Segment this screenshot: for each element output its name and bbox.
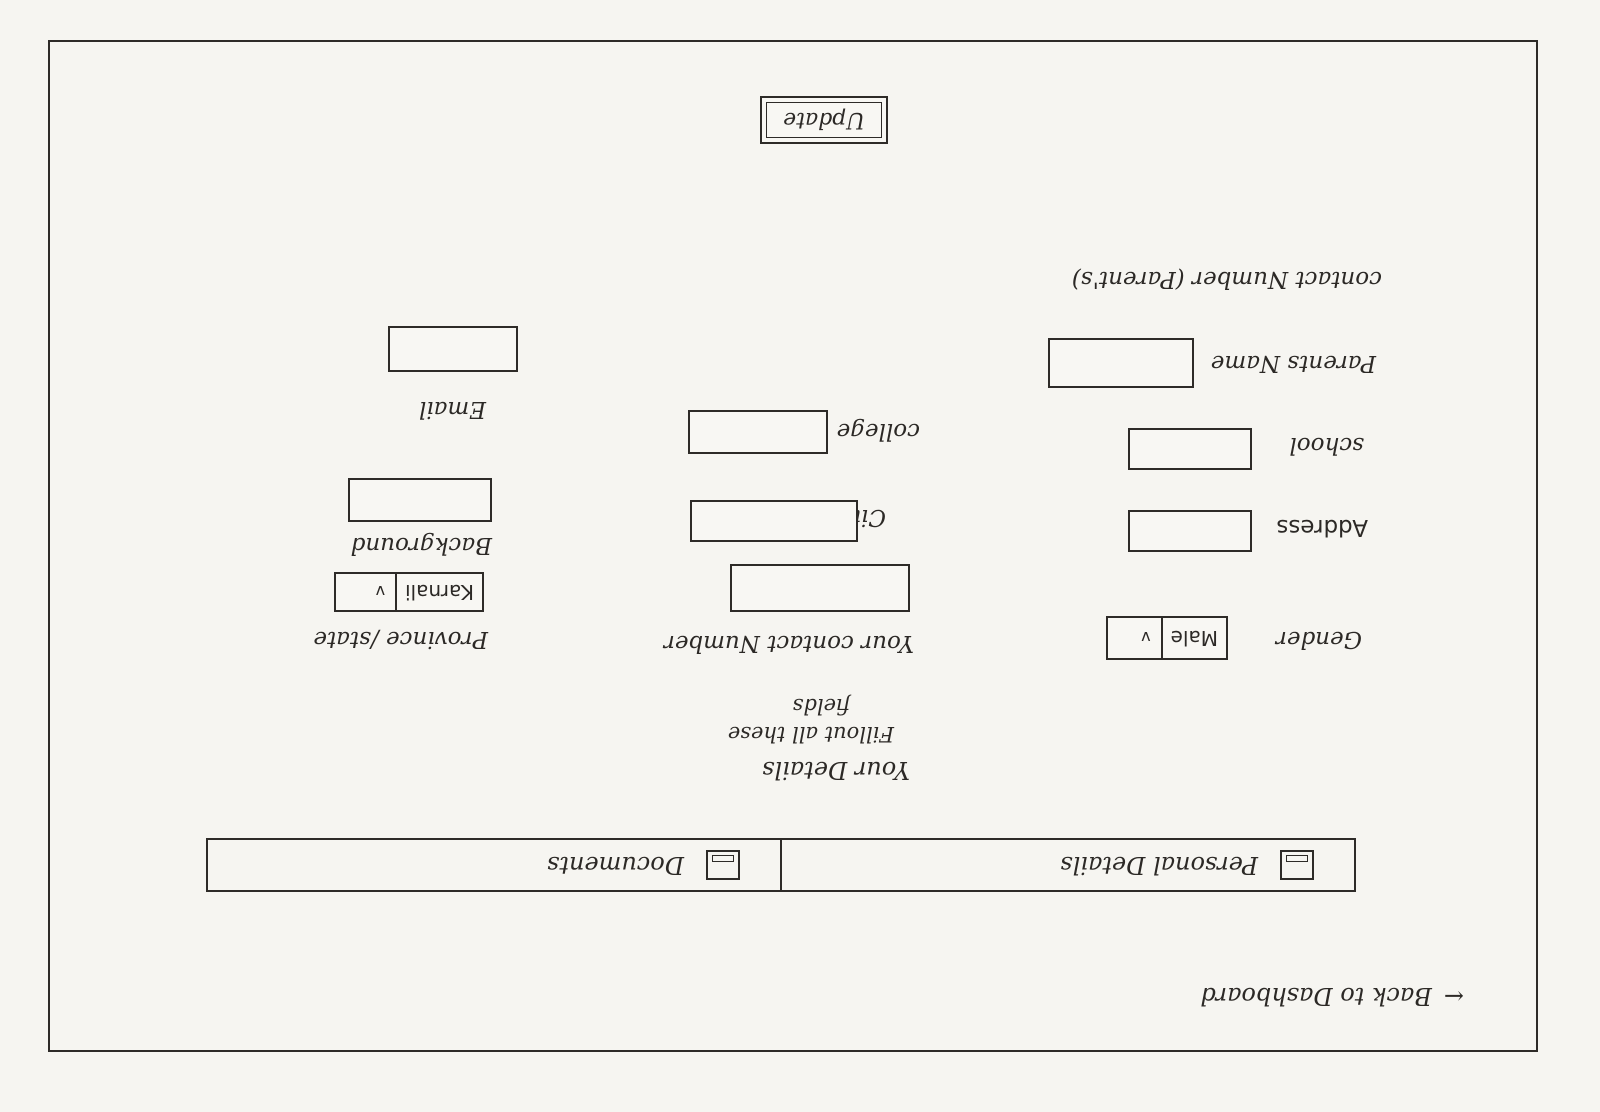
back-to-dashboard-link[interactable]: ← Back to Dashboard bbox=[1200, 982, 1464, 1010]
section-title: Your Details bbox=[762, 756, 910, 784]
update-button[interactable]: Update bbox=[760, 96, 888, 144]
school-input[interactable] bbox=[1128, 428, 1252, 470]
background-label: Background bbox=[350, 532, 492, 558]
address-input[interactable] bbox=[1128, 510, 1252, 552]
gender-select[interactable]: Male v bbox=[1106, 616, 1228, 660]
email-input[interactable] bbox=[388, 326, 518, 372]
document-icon bbox=[706, 850, 740, 880]
email-label: Email bbox=[418, 396, 486, 422]
contact-number-label: Your contact Number bbox=[663, 630, 914, 656]
paper-photo: ← Back to Dashboard Personal Details Doc… bbox=[0, 0, 1600, 1112]
tab-bar: Personal Details Documents bbox=[206, 838, 1356, 892]
section-subtitle-line1: Fillout all these bbox=[727, 722, 894, 746]
background-input[interactable] bbox=[348, 478, 492, 522]
province-label: Province /state bbox=[313, 626, 488, 652]
address-label: Address bbox=[1276, 514, 1368, 540]
gender-label: Gender bbox=[1275, 626, 1362, 652]
parents-name-input[interactable] bbox=[1048, 338, 1194, 388]
province-value: Karnali bbox=[395, 574, 474, 610]
tab-documents-label: Documents bbox=[547, 851, 684, 879]
college-label: college bbox=[836, 418, 920, 444]
tab-personal-details-label: Personal Details bbox=[1060, 851, 1258, 879]
tab-documents[interactable]: Documents bbox=[208, 840, 782, 890]
college-input[interactable] bbox=[688, 410, 828, 454]
chevron-down-icon: v bbox=[1141, 628, 1151, 648]
back-arrow-icon: ← bbox=[1443, 982, 1464, 1010]
contact-number-input[interactable] bbox=[730, 564, 910, 612]
page-frame: ← Back to Dashboard Personal Details Doc… bbox=[48, 40, 1538, 1052]
province-select[interactable]: Karnali v bbox=[334, 572, 484, 612]
school-label: school bbox=[1289, 432, 1364, 458]
back-to-dashboard-label: Back to Dashboard bbox=[1200, 982, 1432, 1010]
chevron-down-icon: v bbox=[375, 582, 386, 602]
section-subtitle-line2: fields bbox=[792, 694, 850, 718]
gender-value: Male bbox=[1160, 618, 1218, 658]
parents-name-label: Parents Name bbox=[1210, 350, 1376, 376]
city-input[interactable] bbox=[690, 500, 858, 542]
document-icon bbox=[1280, 850, 1314, 880]
parents-contact-label: contact Number (Parent's) bbox=[1071, 266, 1382, 292]
tab-personal-details[interactable]: Personal Details bbox=[782, 840, 1354, 890]
update-button-label: Update bbox=[783, 107, 865, 133]
